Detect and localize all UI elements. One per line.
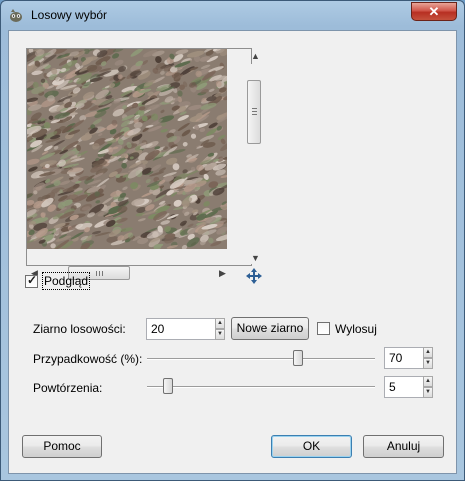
seed-label: Ziarno losowości: [33,322,126,336]
spin-up-icon[interactable]: ▲ [423,376,433,387]
title-bar[interactable]: Losowy wybór ✕ [1,1,464,29]
preview-image[interactable] [27,49,227,249]
scroll-right-icon[interactable]: ▶ [219,268,226,278]
scroll-up-icon[interactable]: ▲ [251,51,260,61]
gimp-icon [10,9,22,22]
repeat-slider-thumb[interactable] [163,378,174,394]
scroll-down-icon[interactable]: ▼ [251,253,260,263]
spin-down-icon[interactable]: ▼ [423,358,433,369]
repeat-slider-track[interactable] [147,386,375,388]
vertical-scroll-thumb[interactable] [247,80,261,144]
probability-spinner[interactable]: ▲ ▼ [423,347,433,369]
ok-button[interactable]: OK [271,435,352,458]
randomize-checkbox[interactable] [317,322,330,335]
window-title: Losowy wybór [31,8,108,22]
close-button[interactable]: ✕ [411,2,457,21]
help-button[interactable]: Pomoc [22,435,102,458]
probability-label: Przypadkowość (%): [33,352,143,366]
probability-slider-thumb[interactable] [292,350,303,366]
probability-slider-track[interactable] [147,358,375,360]
new-seed-button[interactable]: Nowe ziarno [231,317,309,340]
spin-down-icon[interactable]: ▼ [215,329,225,340]
seed-input[interactable]: 20 [146,318,216,340]
preview-checkbox[interactable] [25,273,38,288]
dialog-window: Losowy wybór ✕ ▲ ▼ ◀ ▶ [0,0,465,481]
spin-up-icon[interactable]: ▲ [423,347,433,358]
navigate-move-icon[interactable] [246,268,262,284]
randomize-label[interactable]: Wylosuj [335,322,377,336]
cancel-button[interactable]: Anuluj [363,435,444,458]
probability-input[interactable]: 70 [384,347,424,369]
preview-panel: ▲ ▼ ◀ ▶ [26,48,262,284]
repeat-label: Powtórzenia: [33,381,103,395]
preview-label[interactable]: Podgląd [41,272,91,290]
repeat-input[interactable]: 5 [384,376,424,398]
spin-up-icon[interactable]: ▲ [215,318,225,329]
repeat-spinner[interactable]: ▲ ▼ [423,376,433,398]
dialog-content: ▲ ▼ ◀ ▶ Podgląd Ziarno losowości: 20 [8,30,457,474]
spin-down-icon[interactable]: ▼ [423,387,433,398]
seed-spinner[interactable]: ▲ ▼ [215,318,225,340]
